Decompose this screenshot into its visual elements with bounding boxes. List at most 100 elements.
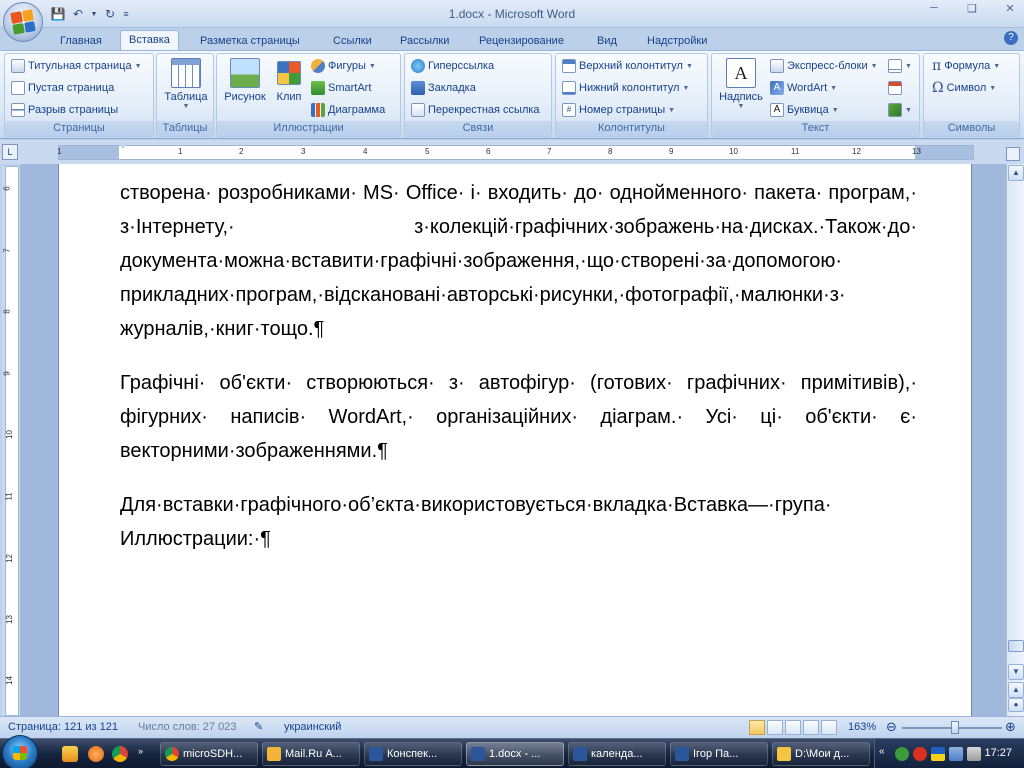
- paragraph[interactable]: Для·вставки·графічного·об’єкта·використо…: [120, 488, 917, 556]
- blank-page-button[interactable]: Пустая страница: [11, 78, 114, 98]
- show-hidden-icons-icon[interactable]: «: [879, 746, 893, 760]
- smartart-button[interactable]: SmartArt: [311, 78, 371, 98]
- shapes-button[interactable]: Фигуры ▼: [311, 56, 376, 76]
- vruler-mark: 7: [2, 248, 12, 253]
- outline-view-button[interactable]: [803, 720, 819, 735]
- tab-review[interactable]: Рецензирование: [471, 32, 572, 50]
- footer-button[interactable]: Нижний колонтитул ▼: [562, 78, 689, 98]
- group-label-text: Текст: [712, 121, 919, 136]
- picture-button[interactable]: Рисунок: [221, 58, 269, 103]
- paragraph[interactable]: Графічні· об'єкти· створюються· з· автоф…: [120, 366, 917, 468]
- signature-line-button[interactable]: ▼: [888, 56, 912, 76]
- ruler-mark: 1: [178, 147, 183, 156]
- page-break-button[interactable]: Разрыв страницы: [11, 100, 118, 120]
- object-button[interactable]: ▼: [888, 100, 912, 120]
- tab-selector[interactable]: L: [2, 144, 18, 160]
- drop-cap-button[interactable]: A Буквица ▼: [770, 100, 839, 120]
- vruler-mark: 11: [4, 492, 14, 501]
- horizontal-ruler[interactable]: 1 1 2 3 4 5 6 7 8 9 10 11 12 13: [57, 143, 974, 160]
- browse-object-icon[interactable]: ●: [1008, 698, 1024, 712]
- page-number-button[interactable]: # Номер страницы ▼: [562, 100, 675, 120]
- omega-icon: Ω: [932, 80, 944, 96]
- calendar-icon: [888, 81, 902, 95]
- zoom-in-icon[interactable]: ⊕: [1005, 719, 1016, 735]
- taskbar-item[interactable]: Конспек...: [364, 742, 462, 766]
- cover-page-button[interactable]: Титульная страница ▼: [11, 56, 142, 76]
- text-box-button[interactable]: A Надпись ▼: [716, 58, 766, 110]
- antivirus-icon[interactable]: [913, 747, 927, 761]
- taskbar-item[interactable]: D:\Мои д...: [772, 742, 870, 766]
- office-button[interactable]: [3, 2, 43, 42]
- scroll-up-icon[interactable]: ▲: [1008, 165, 1024, 181]
- blank-page-icon: [11, 81, 25, 95]
- wordart-button[interactable]: A WordArt ▼: [770, 78, 837, 98]
- taskbar-item[interactable]: календа...: [568, 742, 666, 766]
- tab-mailings[interactable]: Рассылки: [392, 32, 457, 50]
- language-indicator[interactable]: украинский: [284, 721, 341, 733]
- help-icon[interactable]: ?: [1004, 31, 1018, 45]
- hyperlink-button[interactable]: Гиперссылка: [411, 56, 494, 76]
- quick-launch-icon[interactable]: [62, 746, 78, 762]
- table-button[interactable]: Таблица ▼: [162, 58, 210, 110]
- proofing-icon[interactable]: ✎: [254, 720, 268, 734]
- view-ruler-icon[interactable]: [1006, 147, 1020, 161]
- zoom-out-icon[interactable]: ⊖: [886, 719, 897, 735]
- tab-references[interactable]: Ссылки: [325, 32, 380, 50]
- symbol-button[interactable]: Ω Символ ▼: [932, 78, 996, 98]
- chrome-icon[interactable]: [112, 746, 128, 762]
- keyboard-layout-icon[interactable]: [931, 747, 945, 761]
- page-count[interactable]: Страница: 121 из 121: [8, 721, 118, 733]
- vertical-ruler[interactable]: 6 7 8 9 10 11 12 13 14: [2, 166, 20, 716]
- close-icon[interactable]: ✕: [1000, 2, 1020, 18]
- icq-icon[interactable]: [895, 747, 909, 761]
- footer-icon: [562, 81, 576, 95]
- header-icon: [562, 59, 576, 73]
- full-screen-reading-view-button[interactable]: [767, 720, 783, 735]
- vertical-scrollbar[interactable]: ▲ ▼ ▲ ●: [1006, 164, 1024, 716]
- tab-view[interactable]: Вид: [589, 32, 625, 50]
- tab-addins[interactable]: Надстройки: [639, 32, 715, 50]
- print-layout-view-button[interactable]: [749, 720, 765, 735]
- group-label-pages: Страницы: [5, 121, 153, 136]
- restore-icon[interactable]: ❏: [962, 2, 982, 18]
- taskbar-item[interactable]: microSDH...: [160, 742, 258, 766]
- zoom-level[interactable]: 163%: [848, 721, 876, 733]
- scrollbar-thumb[interactable]: [1008, 640, 1024, 652]
- draft-view-button[interactable]: [821, 720, 837, 735]
- document-body[interactable]: створена· розробниками· MS· Office· і· в…: [120, 176, 917, 576]
- first-line-indent-marker[interactable]: [118, 143, 128, 149]
- date-time-button[interactable]: [888, 78, 902, 98]
- start-button[interactable]: [2, 735, 38, 768]
- ribbon-tabs: Главная Вставка Разметка страницы Ссылки…: [0, 28, 1024, 51]
- clip-art-button[interactable]: Клип: [271, 58, 307, 103]
- minimize-icon[interactable]: ─: [924, 2, 944, 18]
- equation-button[interactable]: π Формула ▼: [932, 56, 1000, 76]
- clock[interactable]: 17:27: [984, 747, 1012, 759]
- tab-home[interactable]: Главная: [52, 32, 110, 50]
- group-text: A Надпись ▼ Экспресс-блоки ▼ A WordArt ▼ A…: [711, 53, 920, 137]
- volume-icon[interactable]: [967, 747, 981, 761]
- header-button[interactable]: Верхний колонтитул ▼: [562, 56, 693, 76]
- more-quick-launch-icon[interactable]: »: [138, 746, 148, 762]
- paragraph[interactable]: створена· розробниками· MS· Office· і· в…: [120, 176, 917, 346]
- cross-reference-button[interactable]: Перекрестная ссылка: [411, 100, 540, 120]
- tab-insert[interactable]: Вставка: [120, 30, 179, 51]
- mail-agent-icon[interactable]: [88, 746, 104, 762]
- bookmark-button[interactable]: Закладка: [411, 78, 476, 98]
- chart-button[interactable]: Диаграмма: [311, 100, 385, 120]
- previous-page-icon[interactable]: ▲: [1008, 682, 1024, 698]
- web-layout-view-button[interactable]: [785, 720, 801, 735]
- bookmark-icon: [411, 81, 425, 95]
- group-links: Гиперссылка Закладка Перекрестная ссылка…: [404, 53, 552, 137]
- tab-page-layout[interactable]: Разметка страницы: [192, 32, 308, 50]
- document-page[interactable]: створена· розробниками· MS· Office· і· в…: [58, 164, 972, 716]
- scroll-down-icon[interactable]: ▼: [1008, 664, 1024, 680]
- taskbar-item-active[interactable]: 1.docx - ...: [466, 742, 564, 766]
- network-icon[interactable]: [949, 747, 963, 761]
- zoom-slider-thumb[interactable]: [951, 721, 959, 734]
- taskbar-item[interactable]: Ігор Па...: [670, 742, 768, 766]
- taskbar-item[interactable]: Mail.Ru А...: [262, 742, 360, 766]
- ruler-mark: 2: [239, 147, 244, 156]
- quick-parts-button[interactable]: Экспресс-блоки ▼: [770, 56, 878, 76]
- word-count[interactable]: Число слов: 27 023: [138, 721, 236, 733]
